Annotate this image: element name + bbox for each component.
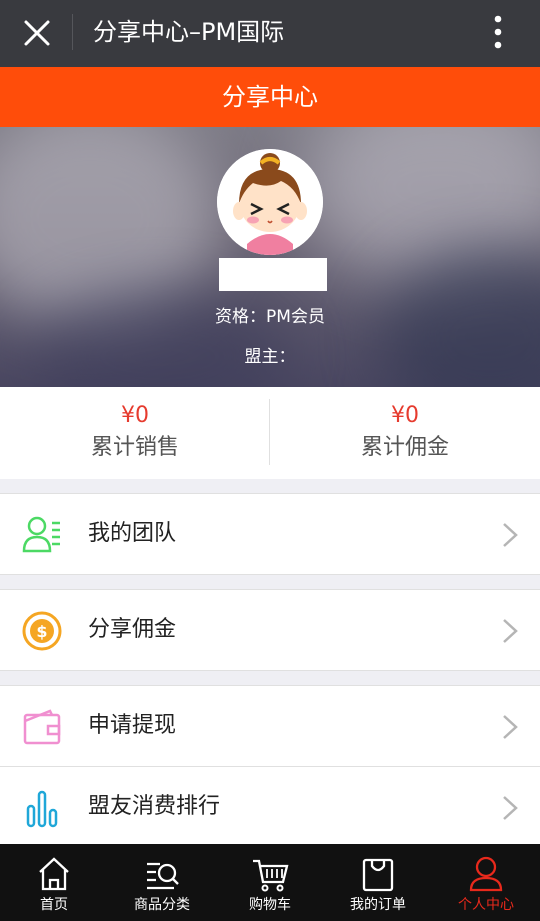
ranking-icon bbox=[22, 788, 62, 828]
stat-amount: ¥0 bbox=[391, 403, 419, 428]
alliance-leader-text: 盟主： bbox=[244, 347, 296, 367]
order-bag-icon bbox=[358, 854, 398, 894]
more-vertical-icon[interactable] bbox=[478, 12, 518, 52]
menu-item-share-commission[interactable]: $ 分享佣金 bbox=[0, 589, 540, 671]
wallet-icon bbox=[22, 707, 62, 747]
menu-item-label: 盟友消费排行 bbox=[88, 794, 221, 819]
chevron-right-icon bbox=[500, 522, 520, 548]
stat-label: 累计佣金 bbox=[360, 435, 449, 460]
tab-label: 首页 bbox=[40, 897, 68, 913]
titlebar-divider bbox=[72, 14, 73, 50]
menu-item-withdraw[interactable]: 申请提现 bbox=[0, 685, 540, 767]
tab-categories[interactable]: 商品分类 bbox=[108, 844, 216, 921]
tab-label: 个人中心 bbox=[458, 897, 514, 913]
menu-item-label: 申请提现 bbox=[88, 713, 177, 738]
menu-item-label: 我的团队 bbox=[88, 521, 177, 546]
bottom-tab-bar: 首页 商品分类 购物车 我的订单 个人中心 bbox=[0, 844, 540, 921]
close-icon[interactable] bbox=[18, 14, 56, 52]
tab-label: 商品分类 bbox=[134, 897, 190, 913]
chevron-right-icon bbox=[500, 714, 520, 740]
menu-item-my-team[interactable]: 我的团队 bbox=[0, 493, 540, 575]
stats-panel: ¥0 累计销售 ¥0 累计佣金 bbox=[0, 387, 540, 479]
tab-label: 我的订单 bbox=[350, 897, 406, 913]
qualification-text: 资格：PM会员 bbox=[215, 307, 325, 327]
tab-personal-center[interactable]: 个人中心 bbox=[432, 844, 540, 921]
tab-cart[interactable]: 购物车 bbox=[216, 844, 324, 921]
stat-total-commission[interactable]: ¥0 累计佣金 bbox=[270, 387, 540, 479]
menu-item-label: 分享佣金 bbox=[88, 617, 177, 642]
section-header: 分享中心 bbox=[0, 67, 540, 127]
coin-icon: $ bbox=[22, 611, 62, 651]
profile-banner: 资格：PM会员 盟主： bbox=[0, 127, 540, 387]
page-title: 分享中心–PM国际 bbox=[93, 18, 285, 46]
tab-label: 购物车 bbox=[249, 897, 291, 913]
tab-my-orders[interactable]: 我的订单 bbox=[324, 844, 432, 921]
stat-label: 累计销售 bbox=[90, 435, 179, 460]
stat-total-sales[interactable]: ¥0 累计销售 bbox=[0, 387, 270, 479]
chevron-right-icon bbox=[500, 618, 520, 644]
menu-item-ranking[interactable]: 盟友消费排行 bbox=[0, 767, 540, 849]
wechat-titlebar: 分享中心–PM国际 bbox=[0, 0, 540, 67]
team-icon bbox=[22, 515, 62, 555]
tab-home[interactable]: 首页 bbox=[0, 844, 108, 921]
chevron-right-icon bbox=[500, 795, 520, 821]
home-icon bbox=[34, 854, 74, 894]
avatar[interactable] bbox=[217, 149, 323, 255]
person-icon bbox=[466, 854, 506, 894]
svg-text:$: $ bbox=[36, 622, 47, 641]
cart-icon bbox=[250, 854, 290, 894]
category-search-icon bbox=[142, 854, 182, 894]
stat-amount: ¥0 bbox=[121, 403, 149, 428]
username-box bbox=[219, 258, 327, 291]
